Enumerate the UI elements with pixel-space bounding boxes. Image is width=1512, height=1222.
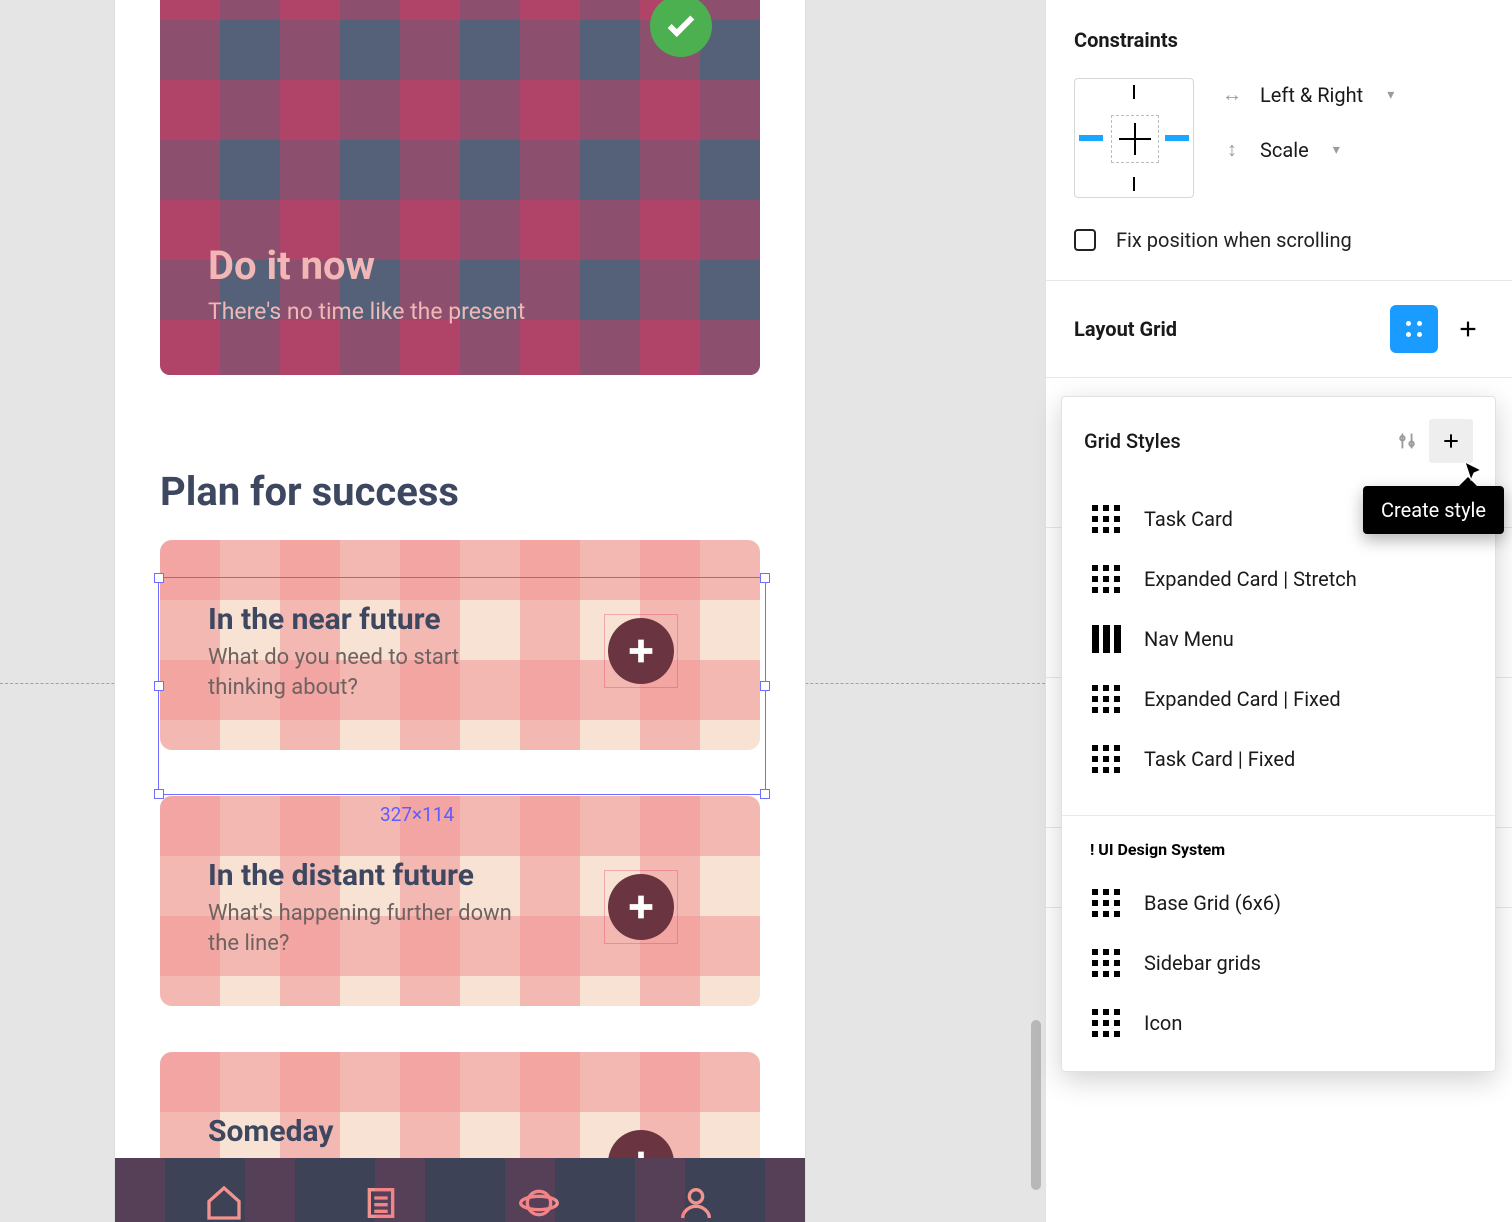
list-icon: [361, 1183, 401, 1222]
constraints-section: Constraints ↔ Left & Right ▾ ↕ Scale: [1046, 0, 1512, 281]
scrollbar-thumb[interactable]: [1031, 1020, 1041, 1190]
grid-style-item[interactable]: Icon: [1062, 993, 1495, 1053]
grid-style-label: Base Grid (6x6): [1144, 891, 1281, 915]
grid-icon: [1090, 743, 1122, 775]
grid-style-item[interactable]: Nav Menu: [1062, 609, 1495, 669]
nav-home[interactable]: [200, 1179, 248, 1222]
constraint-right-pin[interactable]: [1165, 135, 1189, 141]
layout-grid-section-header: Layout Grid: [1046, 281, 1512, 378]
constraint-horizontal-select[interactable]: ↔ Left & Right ▾: [1222, 82, 1394, 107]
grid-style-item[interactable]: Base Grid (6x6): [1062, 873, 1495, 933]
popover-title: Grid Styles: [1084, 429, 1181, 453]
columns-icon: [1090, 623, 1122, 655]
task-card-near[interactable]: In the near future What do you need to s…: [160, 540, 760, 750]
plus-icon: [624, 634, 658, 668]
fix-position-label: Fix position when scrolling: [1116, 228, 1352, 252]
grid-icon: [1090, 947, 1122, 979]
divider: [1062, 815, 1495, 816]
section-title: Plan for success: [160, 468, 459, 515]
plus-icon: [1457, 318, 1479, 340]
create-style-button[interactable]: [1429, 419, 1473, 463]
sliders-icon: [1396, 430, 1418, 452]
horizontal-arrow-icon: ↔: [1222, 82, 1242, 107]
library-heading: ! UI Design System: [1062, 836, 1495, 869]
card-subtitle: What do you need to start thinking about…: [208, 643, 538, 702]
nav-list[interactable]: [357, 1179, 405, 1222]
add-button[interactable]: [608, 874, 674, 940]
plus-icon: [1441, 431, 1461, 451]
grid-style-item[interactable]: Sidebar grids: [1062, 933, 1495, 993]
grid-dots-icon: [1403, 318, 1425, 340]
style-settings-button[interactable]: [1393, 427, 1421, 455]
plus-icon: [624, 890, 658, 924]
card-title: In the distant future: [208, 858, 538, 893]
selection-dimensions: 327×114: [380, 803, 454, 826]
grid-style-label: Nav Menu: [1144, 627, 1234, 651]
vertical-arrow-icon: ↕: [1222, 137, 1242, 162]
constraint-vertical-value: Scale: [1260, 138, 1309, 162]
grid-style-label: Expanded Card | Fixed: [1144, 687, 1341, 711]
constraint-widget[interactable]: [1074, 78, 1194, 198]
constraint-bottom-tick[interactable]: [1133, 177, 1135, 191]
fix-position-toggle[interactable]: Fix position when scrolling: [1074, 228, 1484, 252]
canvas-scrollbar[interactable]: [1031, 0, 1041, 1222]
grid-icon: [1090, 503, 1122, 535]
home-icon: [204, 1183, 244, 1222]
device-frame[interactable]: Do it now There's no time like the prese…: [115, 0, 805, 1222]
card-title: In the near future: [208, 602, 538, 637]
planet-icon: [519, 1183, 559, 1222]
hero-subtitle: There's no time like the present: [208, 298, 525, 325]
alignment-guide: [770, 683, 1045, 684]
task-card-distant[interactable]: In the distant future What's happening f…: [160, 796, 760, 1006]
add-button[interactable]: [608, 618, 674, 684]
grid-styles-button[interactable]: [1390, 305, 1438, 353]
nav-explore[interactable]: [515, 1179, 563, 1222]
grid-style-label: Sidebar grids: [1144, 951, 1261, 975]
card-title: Someday: [208, 1114, 538, 1149]
layout-grid-heading: Layout Grid: [1074, 317, 1177, 341]
grid-style-label: Task Card | Fixed: [1144, 747, 1295, 771]
bottom-nav[interactable]: [115, 1158, 805, 1222]
constraint-left-pin[interactable]: [1079, 135, 1103, 141]
grid-style-item[interactable]: Expanded Card | Stretch: [1062, 549, 1495, 609]
person-icon: [676, 1183, 716, 1222]
constraints-heading: Constraints: [1074, 28, 1484, 52]
constraint-vertical-select[interactable]: ↕ Scale ▾: [1222, 137, 1394, 162]
constraint-horizontal-value: Left & Right: [1260, 83, 1363, 107]
check-icon: [664, 9, 698, 43]
library-grid-styles-list: Base Grid (6x6) Sidebar grids Icon: [1062, 869, 1495, 1071]
grid-icon: [1090, 887, 1122, 919]
chevron-down-icon: ▾: [1387, 87, 1394, 103]
grid-style-item[interactable]: Expanded Card | Fixed: [1062, 669, 1495, 729]
tooltip: Create style: [1363, 486, 1504, 534]
grid-style-item[interactable]: Task Card | Fixed: [1062, 729, 1495, 789]
constraint-top-tick[interactable]: [1133, 85, 1135, 99]
grid-style-label: Icon: [1144, 1011, 1182, 1035]
grid-icon: [1090, 1007, 1122, 1039]
grid-icon: [1090, 563, 1122, 595]
design-canvas[interactable]: Do it now There's no time like the prese…: [0, 0, 1045, 1222]
grid-style-label: Task Card: [1144, 507, 1233, 531]
chevron-down-icon: ▾: [1333, 142, 1340, 158]
add-layout-grid-button[interactable]: [1452, 313, 1484, 345]
checkmark-badge[interactable]: [650, 0, 712, 57]
hero-title: Do it now: [208, 242, 375, 289]
checkbox-icon[interactable]: [1074, 229, 1096, 251]
mouse-cursor: [1462, 460, 1486, 484]
grid-icon: [1090, 683, 1122, 715]
grid-style-label: Expanded Card | Stretch: [1144, 567, 1357, 591]
card-subtitle: What's happening further down the line?: [208, 899, 538, 958]
nav-profile[interactable]: [672, 1179, 720, 1222]
hero-card[interactable]: Do it now There's no time like the prese…: [160, 0, 760, 375]
